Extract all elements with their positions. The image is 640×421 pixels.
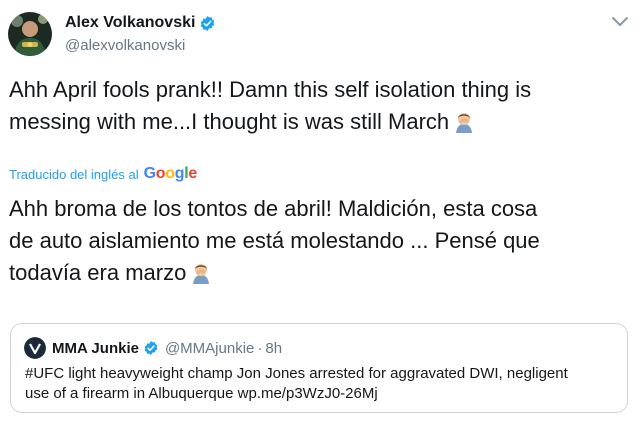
man-facepalming-emoji-icon — [190, 262, 212, 284]
verified-badge-icon — [143, 340, 159, 356]
translated-text-span: todavía era marzo — [9, 260, 187, 285]
tweet-text: Ahh April fools prank!! Damn this self i… — [9, 74, 629, 138]
google-logo-icon: Google — [143, 165, 198, 182]
verified-badge-icon — [199, 15, 216, 32]
author-handle[interactable]: @alexvolkanovski — [65, 37, 185, 54]
quoted-author-handle: @MMAjunkie — [164, 339, 255, 357]
translation-label: Traducido del inglés al — [9, 166, 139, 182]
chevron-down-icon[interactable] — [611, 16, 629, 28]
quoted-tweet[interactable]: MMA Junkie @MMAjunkie · 8h #UFC light he… — [10, 323, 628, 413]
tweet-text-line: messing with me...I thought is was still… — [9, 106, 629, 138]
quoted-tweet-text: #UFC light heavyweight champ Jon Jones a… — [25, 364, 615, 404]
quoted-author-avatar — [24, 337, 46, 359]
author-avatar[interactable] — [8, 12, 52, 56]
separator-dot: · — [257, 339, 263, 357]
man-facepalming-emoji-icon — [453, 111, 475, 133]
quoted-text-line: #UFC light heavyweight champ Jon Jones a… — [25, 365, 568, 382]
translated-text-line: Ahh broma de los tontos de abril! Maldic… — [9, 196, 538, 221]
translation-attribution[interactable]: Traducido del inglés al Google — [9, 165, 197, 183]
translated-text: Ahh broma de los tontos de abril! Maldic… — [9, 193, 631, 289]
quoted-author-name: MMA Junkie — [52, 339, 139, 357]
quoted-text-line: use of a firearm in Albuquerque wp.me/p3… — [25, 385, 378, 402]
author-display-name[interactable]: Alex Volkanovski — [65, 14, 195, 32]
quoted-timestamp: 8h — [265, 339, 283, 357]
translated-text-line: todavía era marzo — [9, 257, 631, 289]
tweet-text-line: Ahh April fools prank!! Damn this self i… — [9, 77, 532, 102]
translated-text-line: de auto aislamiento me está molestando .… — [9, 228, 540, 253]
tweet-text-span: messing with me...I thought is was still… — [9, 109, 450, 134]
tweet-card: Alex Volkanovski @alexvolkanovski Ahh Ap… — [0, 0, 640, 421]
